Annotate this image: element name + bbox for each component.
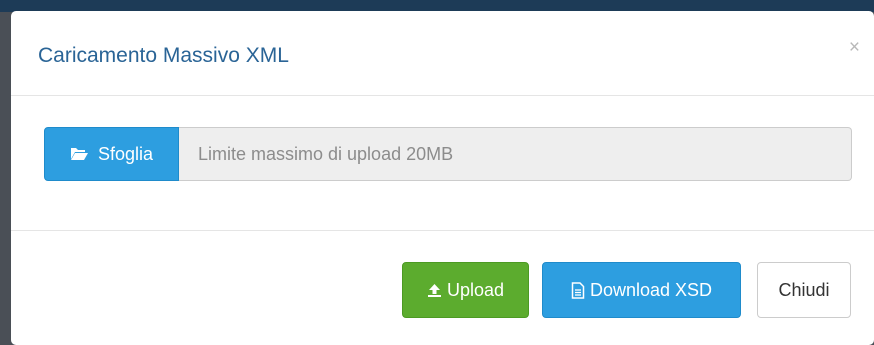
file-input-group: Sfoglia Limite massimo di upload 20MB xyxy=(44,127,852,181)
folder-open-icon xyxy=(70,147,89,161)
modal-title: Caricamento Massivo XML xyxy=(38,44,289,67)
upload-modal: Caricamento Massivo XML × Sfoglia Limite… xyxy=(11,11,874,345)
file-text-icon xyxy=(571,281,585,299)
modal-body: Sfoglia Limite massimo di upload 20MB xyxy=(11,96,874,231)
file-name-display[interactable]: Limite massimo di upload 20MB xyxy=(179,127,852,181)
download-xsd-button[interactable]: Download XSD xyxy=(542,262,741,318)
download-xsd-label: Download XSD xyxy=(589,279,713,300)
close-button[interactable]: Chiudi xyxy=(757,262,851,318)
upload-icon xyxy=(427,283,442,298)
close-button-label: Chiudi xyxy=(778,279,830,300)
upload-button[interactable]: Upload xyxy=(402,262,529,318)
browse-button[interactable]: Sfoglia xyxy=(44,127,179,181)
upload-button-label: Upload xyxy=(446,279,505,300)
close-icon[interactable]: × xyxy=(849,38,860,58)
modal-header: Caricamento Massivo XML × xyxy=(11,11,874,96)
upload-limit-placeholder: Limite massimo di upload 20MB xyxy=(198,143,454,164)
browse-button-label: Sfoglia xyxy=(97,143,154,164)
modal-footer: Upload Download XSD Chiudi xyxy=(11,231,874,345)
